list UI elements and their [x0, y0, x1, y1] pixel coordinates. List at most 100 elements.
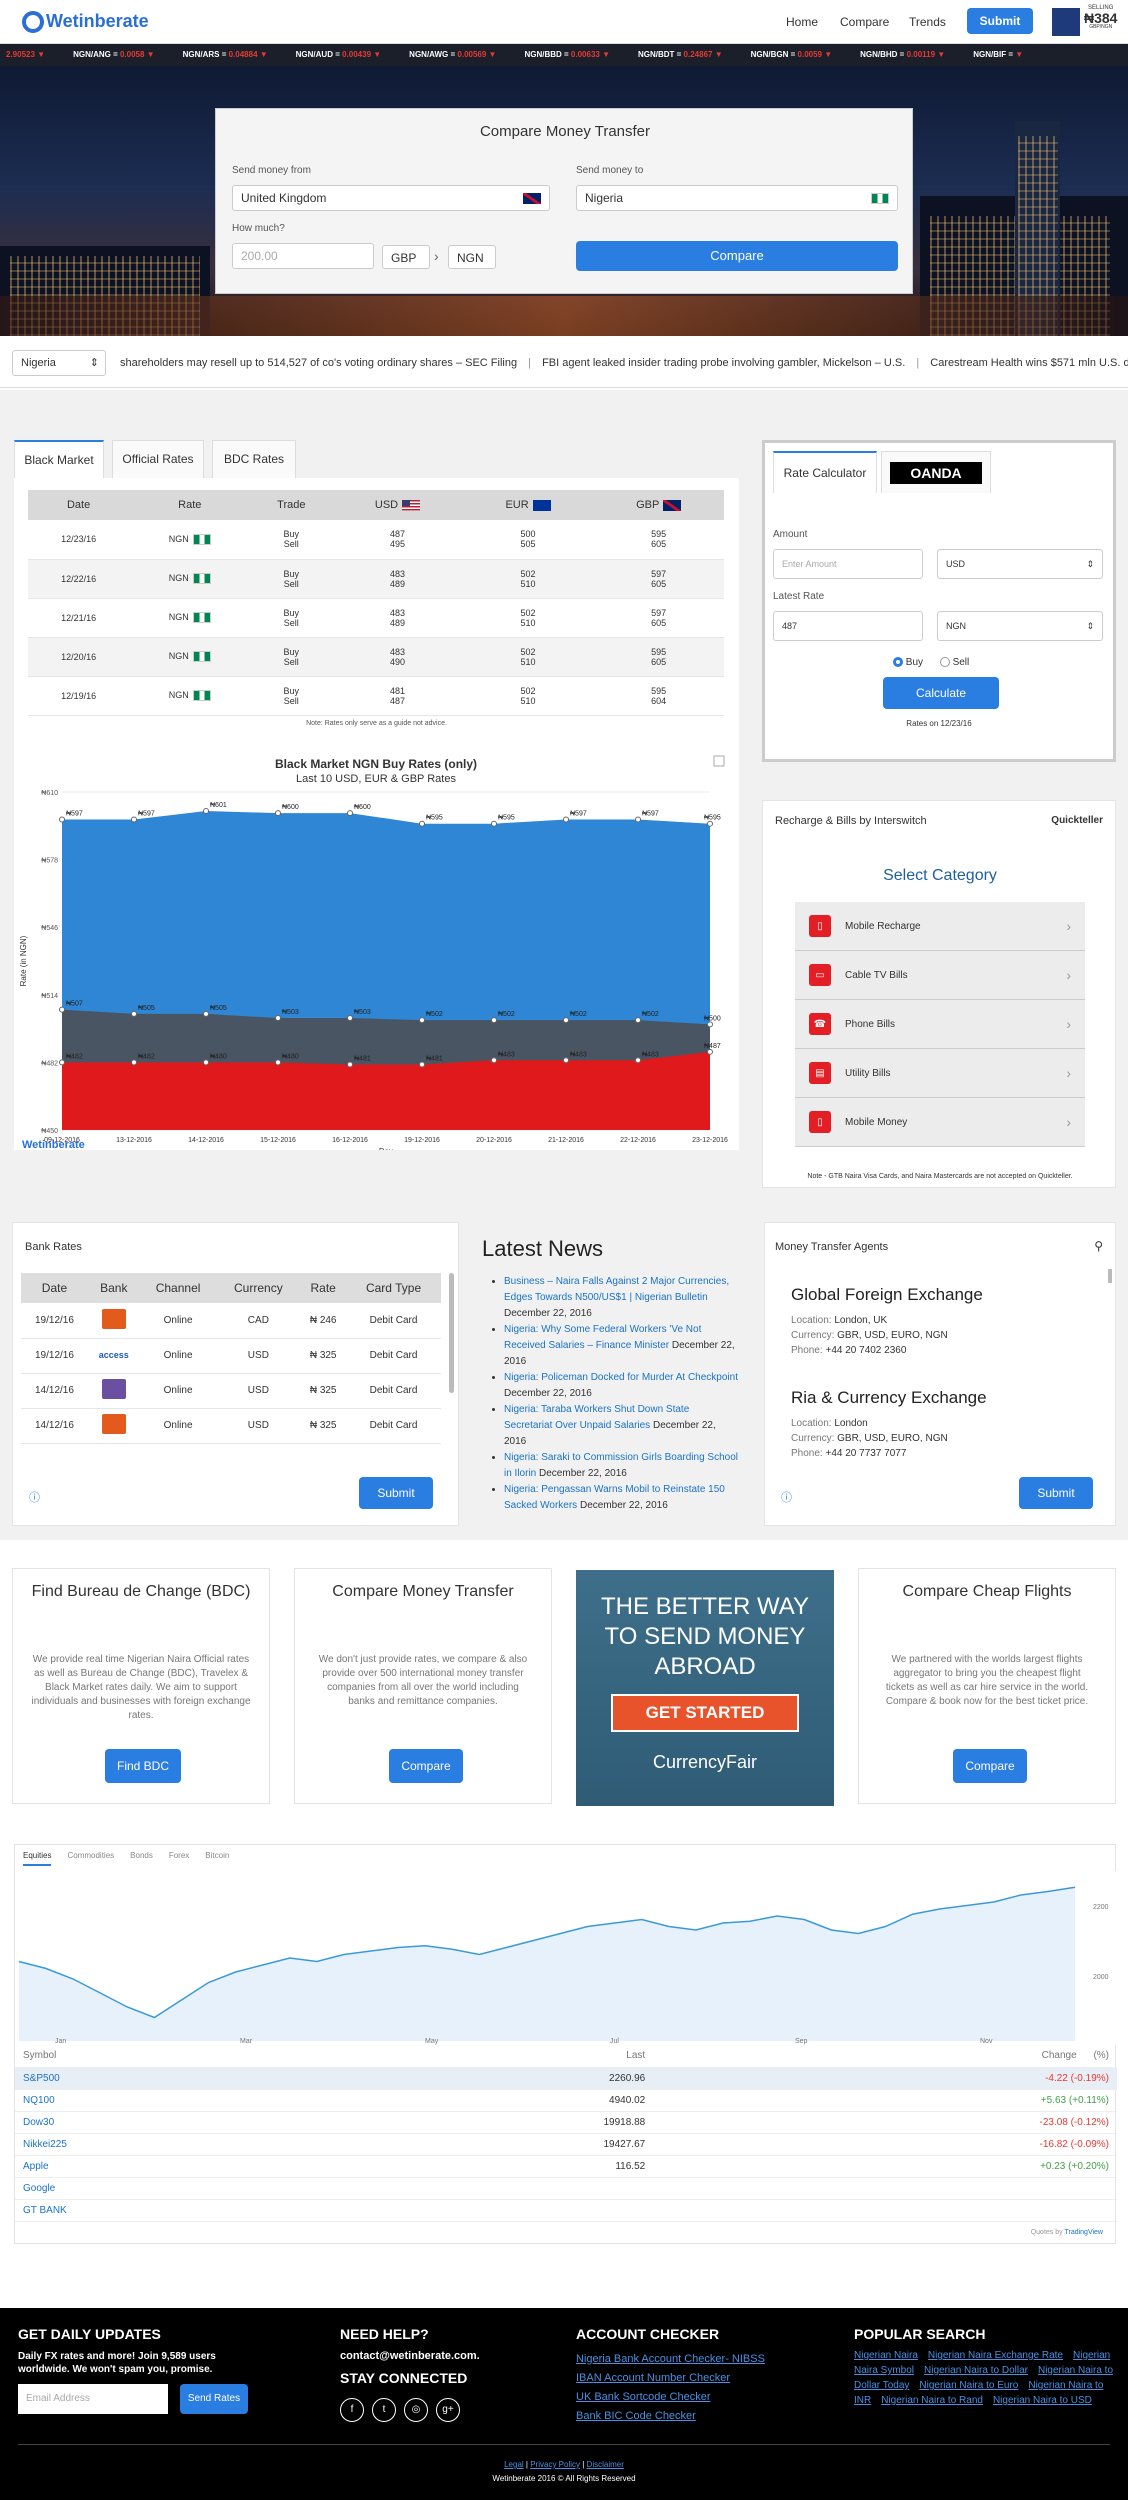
agent-name[interactable]: Ria & Currency Exchange [791, 1388, 1101, 1408]
calc-latest-rate-input[interactable]: 487 [773, 611, 923, 641]
market-row[interactable]: Nikkei225 19427.67 -16.82 (-0.09%) [15, 2133, 1117, 2156]
market-symbol[interactable]: Nikkei225 [15, 2133, 341, 2156]
market-symbol[interactable]: NQ100 [15, 2089, 341, 2112]
data-point[interactable] [275, 1015, 281, 1022]
news-link[interactable]: Nigeria: Policeman Docked for Murder At … [504, 1372, 738, 1383]
data-point[interactable] [203, 1059, 209, 1066]
calc-amount-input[interactable]: Enter Amount [773, 549, 923, 579]
market-symbol[interactable]: Apple [15, 2155, 341, 2178]
data-point[interactable] [347, 810, 353, 817]
chart-menu-icon[interactable] [713, 755, 725, 767]
news-link[interactable]: Business – Naira Falls Against 2 Major C… [504, 1276, 729, 1303]
country-select[interactable]: Nigeria ⇕ [12, 350, 106, 376]
data-point[interactable] [275, 1059, 281, 1066]
search-icon[interactable]: ⚲ [1094, 1239, 1103, 1253]
tab-black-market[interactable]: Black Market [14, 440, 104, 478]
data-point[interactable] [59, 1006, 65, 1013]
market-row[interactable]: Dow30 19918.88 -23.08 (-0.12%) [15, 2111, 1117, 2134]
checker-link[interactable]: Bank BIC Code Checker [576, 2407, 765, 2426]
data-point[interactable] [635, 816, 641, 823]
buy-radio[interactable] [893, 657, 903, 668]
data-point[interactable] [131, 816, 137, 823]
agents-submit-button[interactable]: Submit [1019, 1477, 1093, 1509]
data-point[interactable] [275, 810, 281, 817]
popular-link[interactable]: Nigerian Naira [854, 2350, 918, 2361]
data-point[interactable] [563, 1057, 569, 1064]
site-logo[interactable]: Wetinberate [46, 11, 149, 32]
data-point[interactable] [419, 1017, 425, 1024]
tradingview-link[interactable]: TradingView [1064, 2229, 1103, 2236]
find-bdc-button[interactable]: Find BDC [105, 1749, 181, 1783]
popular-link[interactable]: Nigerian Naira to Euro [919, 2380, 1018, 2391]
facebook-icon[interactable]: f [340, 2398, 364, 2422]
market-row[interactable]: Google [15, 2177, 1117, 2200]
data-point[interactable] [419, 1061, 425, 1068]
market-tab[interactable]: Equities [23, 1851, 52, 1866]
agent-name[interactable]: Global Foreign Exchange [791, 1285, 1101, 1305]
headline[interactable]: FBI agent leaked insider trading probe i… [542, 357, 905, 369]
to-currency[interactable]: NGN [448, 245, 496, 269]
popular-link[interactable]: Nigerian Naira Exchange Rate [928, 2350, 1063, 2361]
market-row[interactable]: Apple 116.52 +0.23 (+0.20%) [15, 2155, 1117, 2178]
data-point[interactable] [59, 816, 65, 823]
nav-trends[interactable]: Trends [909, 15, 946, 29]
tab-rate-calculator[interactable]: Rate Calculator [773, 451, 877, 493]
bank-submit-button[interactable]: Submit [359, 1477, 433, 1509]
market-row[interactable]: S&P500 2260.96 -4.22 (-0.19%) [15, 2067, 1117, 2090]
compare-button[interactable]: Compare [576, 241, 898, 271]
nav-home[interactable]: Home [786, 15, 818, 29]
get-started-button[interactable]: GET STARTED [611, 1694, 799, 1732]
category-item[interactable]: ☎ Phone Bills › [795, 1000, 1085, 1049]
tab-official-rates[interactable]: Official Rates [112, 440, 204, 478]
data-point[interactable] [491, 1057, 497, 1064]
data-point[interactable] [563, 816, 569, 823]
category-item[interactable]: ▭ Cable TV Bills › [795, 951, 1085, 1000]
checker-link[interactable]: UK Bank Sortcode Checker [576, 2388, 765, 2407]
scrollbar[interactable] [1108, 1269, 1112, 1283]
tab-oanda[interactable]: OANDA [881, 451, 991, 493]
data-point[interactable] [419, 820, 425, 827]
contact-email[interactable]: contact@wetinberate.com. [340, 2350, 480, 2362]
to-country-select[interactable]: Nigeria [576, 185, 898, 211]
data-point[interactable] [203, 1010, 209, 1017]
data-point[interactable] [707, 820, 713, 827]
checker-link[interactable]: IBAN Account Number Checker [576, 2369, 765, 2388]
send-rates-button[interactable]: Send Rates [180, 2384, 248, 2414]
checker-link[interactable]: Nigeria Bank Account Checker- NIBSS [576, 2350, 765, 2369]
data-point[interactable] [347, 1015, 353, 1022]
data-point[interactable] [563, 1017, 569, 1024]
privacy-link[interactable]: Privacy Policy [530, 2460, 580, 2469]
data-point[interactable] [203, 808, 209, 815]
header-submit-button[interactable]: Submit [967, 8, 1033, 34]
legal-link[interactable]: Legal [504, 2460, 524, 2469]
data-point[interactable] [491, 820, 497, 827]
currencyfair-ad[interactable]: THE BETTER WAY TO SEND MONEY ABROAD GET … [576, 1570, 834, 1806]
data-point[interactable] [635, 1017, 641, 1024]
market-symbol[interactable]: S&P500 [15, 2067, 341, 2090]
calculate-button[interactable]: Calculate [883, 677, 999, 709]
footer-email-input[interactable]: Email Address [18, 2384, 168, 2414]
scrollbar[interactable] [449, 1273, 454, 1393]
nav-compare[interactable]: Compare [840, 15, 889, 29]
info-icon[interactable]: ⓘ [781, 1489, 792, 1505]
data-point[interactable] [347, 1061, 353, 1068]
market-tab[interactable]: Forex [169, 1851, 189, 1860]
market-tab[interactable]: Commodities [67, 1851, 114, 1860]
compare-transfer-button[interactable]: Compare [389, 1749, 463, 1783]
data-point[interactable] [491, 1017, 497, 1024]
popular-link[interactable]: Nigerian Naira to Dollar [924, 2365, 1028, 2376]
market-tab[interactable]: Bitcoin [205, 1851, 229, 1860]
popular-link[interactable]: Nigerian Naira to Rand [881, 2395, 983, 2406]
market-symbol[interactable]: Dow30 [15, 2111, 341, 2134]
market-row[interactable]: NQ100 4940.02 +5.63 (+0.11%) [15, 2089, 1117, 2112]
info-icon[interactable]: ⓘ [29, 1489, 40, 1505]
tab-bdc-rates[interactable]: BDC Rates [212, 440, 296, 478]
compare-flights-button[interactable]: Compare [953, 1749, 1027, 1783]
data-point[interactable] [131, 1059, 137, 1066]
amount-input[interactable]: 200.00 [232, 243, 374, 269]
category-item[interactable]: ▯ Mobile Money › [795, 1098, 1085, 1147]
google-plus-icon[interactable]: g+ [436, 2398, 460, 2422]
calc-latest-currency[interactable]: NGN ⇕ [937, 611, 1103, 641]
market-tab[interactable]: Bonds [130, 1851, 153, 1860]
data-point[interactable] [131, 1010, 137, 1017]
